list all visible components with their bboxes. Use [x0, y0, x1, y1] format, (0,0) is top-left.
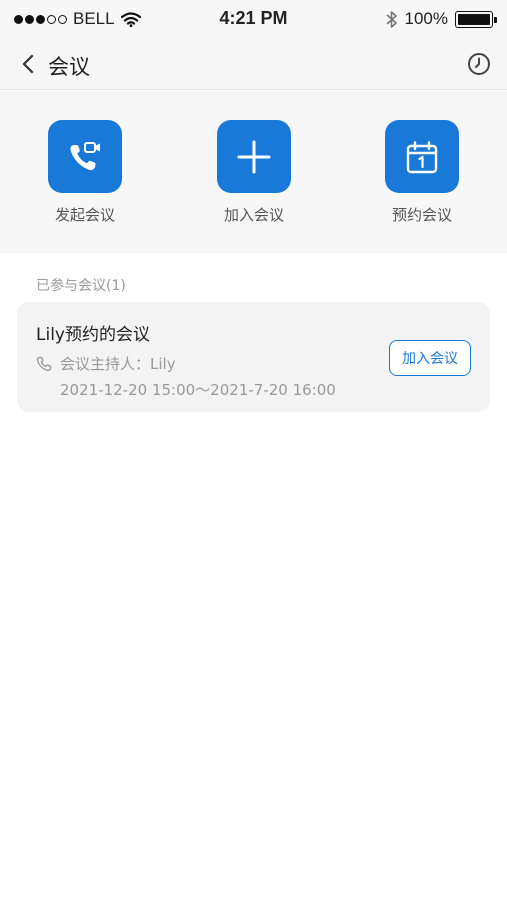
join-meeting-tile[interactable]	[217, 120, 291, 193]
video-call-icon	[70, 141, 100, 170]
join-meeting-label: 加入会议	[223, 206, 284, 224]
clock-icon	[468, 53, 490, 75]
meeting-title: Lily预约的会议	[36, 325, 150, 345]
join-meeting-action[interactable]: 加入会议	[194, 120, 314, 225]
section-header: 已参与会议(1)	[36, 278, 126, 294]
start-meeting-button[interactable]: 发起会议	[25, 120, 145, 225]
history-button[interactable]	[465, 50, 493, 78]
calendar-icon	[406, 140, 438, 173]
page-title: 会议	[48, 55, 90, 79]
start-meeting-label: 发起会议	[54, 206, 115, 224]
start-meeting-tile[interactable]	[48, 120, 122, 193]
meeting-card[interactable]: Lily预约的会议 会议主持人：Lily 2021-12-20 15:00～20…	[17, 302, 490, 412]
quick-actions: 发起会议 加入会议 预约会议	[0, 91, 507, 253]
plus-icon	[237, 140, 271, 173]
schedule-meeting-label: 预约会议	[391, 206, 452, 224]
meeting-time: 2021-12-20 15:00～2021-7-20 16:00	[60, 381, 336, 399]
back-button[interactable]	[14, 50, 42, 78]
meeting-host: 会议主持人：Lily	[60, 355, 176, 373]
status-right: 100%	[385, 9, 497, 29]
schedule-meeting-button[interactable]: 预约会议	[362, 120, 482, 225]
phone-icon	[36, 356, 52, 371]
join-meeting-button[interactable]: 加入会议	[389, 340, 471, 376]
status-bar: BELL 4:21 PM 100%	[0, 0, 507, 38]
battery-percent: 100%	[404, 9, 448, 28]
battery-icon	[455, 10, 497, 28]
bluetooth-icon	[385, 10, 397, 28]
chevron-left-icon	[22, 54, 34, 74]
battery-fill	[458, 13, 490, 25]
meeting-host-row: 会议主持人：Lily	[36, 353, 176, 374]
navigation-bar: 会议	[0, 38, 507, 90]
schedule-meeting-tile[interactable]	[385, 120, 459, 193]
